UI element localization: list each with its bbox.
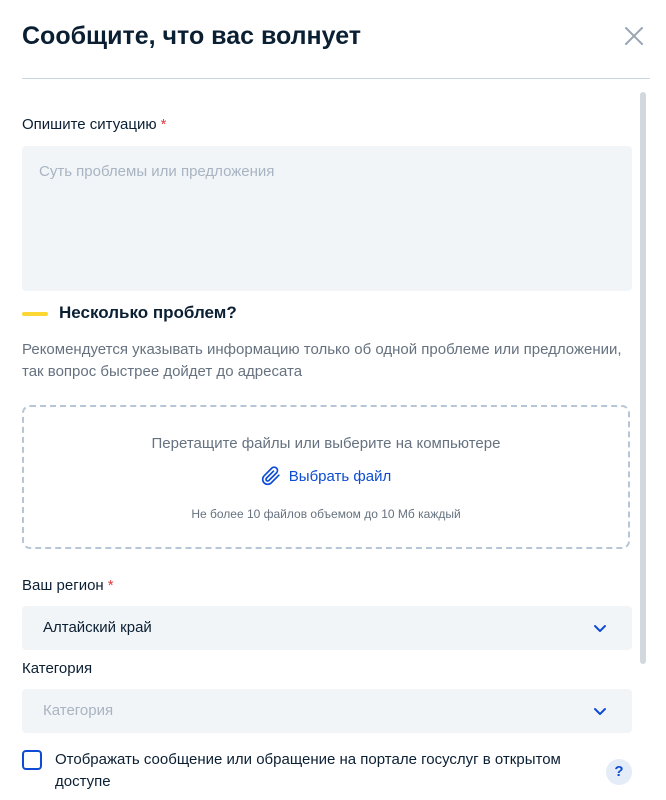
dropzone-prompt: Перетащите файлы или выберите на компьют… xyxy=(151,435,501,452)
category-select-placeholder: Категория xyxy=(43,702,114,719)
file-dropzone[interactable]: Перетащите файлы или выберите на компьют… xyxy=(22,405,630,549)
help-button[interactable]: ? xyxy=(606,759,632,785)
notice-title: Несколько проблем? xyxy=(59,303,237,322)
description-textarea[interactable] xyxy=(22,146,632,291)
region-select[interactable]: Алтайский край xyxy=(22,606,632,650)
dialog-header: Сообщите, что вас волнует xyxy=(22,0,650,79)
upload-limit-text: Не более 10 файлов объемом до 10 Мб кажд… xyxy=(191,507,461,521)
chevron-down-icon xyxy=(594,708,606,715)
choose-file-link[interactable]: Выбрать файл xyxy=(24,466,628,486)
region-label: Ваш регион * xyxy=(22,577,114,594)
close-icon xyxy=(625,27,643,45)
chevron-down-icon xyxy=(594,625,606,632)
category-label-text: Категория xyxy=(22,660,93,677)
description-field[interactable] xyxy=(22,146,632,291)
close-button[interactable] xyxy=(618,20,650,52)
scrollbar[interactable] xyxy=(640,92,646,664)
region-select-value: Алтайский край xyxy=(43,619,152,636)
required-mark: * xyxy=(160,116,167,133)
notice-text: Рекомендуется указывать информацию тольк… xyxy=(22,341,622,380)
category-label: Категория xyxy=(22,660,92,677)
region-label-text: Ваш регион xyxy=(22,577,104,594)
description-label-text: Опишите ситуацию xyxy=(22,116,157,133)
category-select[interactable]: Категория xyxy=(22,689,632,733)
choose-file-label: Выбрать файл xyxy=(288,467,392,485)
dialog-title: Сообщите, что вас волнует xyxy=(22,22,362,50)
notice-accent-bar xyxy=(22,312,48,316)
public-display-label[interactable]: Отображать сообщение или обращение на по… xyxy=(55,749,595,793)
paperclip-icon xyxy=(261,466,280,486)
required-mark: * xyxy=(107,577,114,594)
description-label: Опишите ситуацию * xyxy=(22,116,166,133)
public-display-checkbox[interactable] xyxy=(22,750,42,770)
